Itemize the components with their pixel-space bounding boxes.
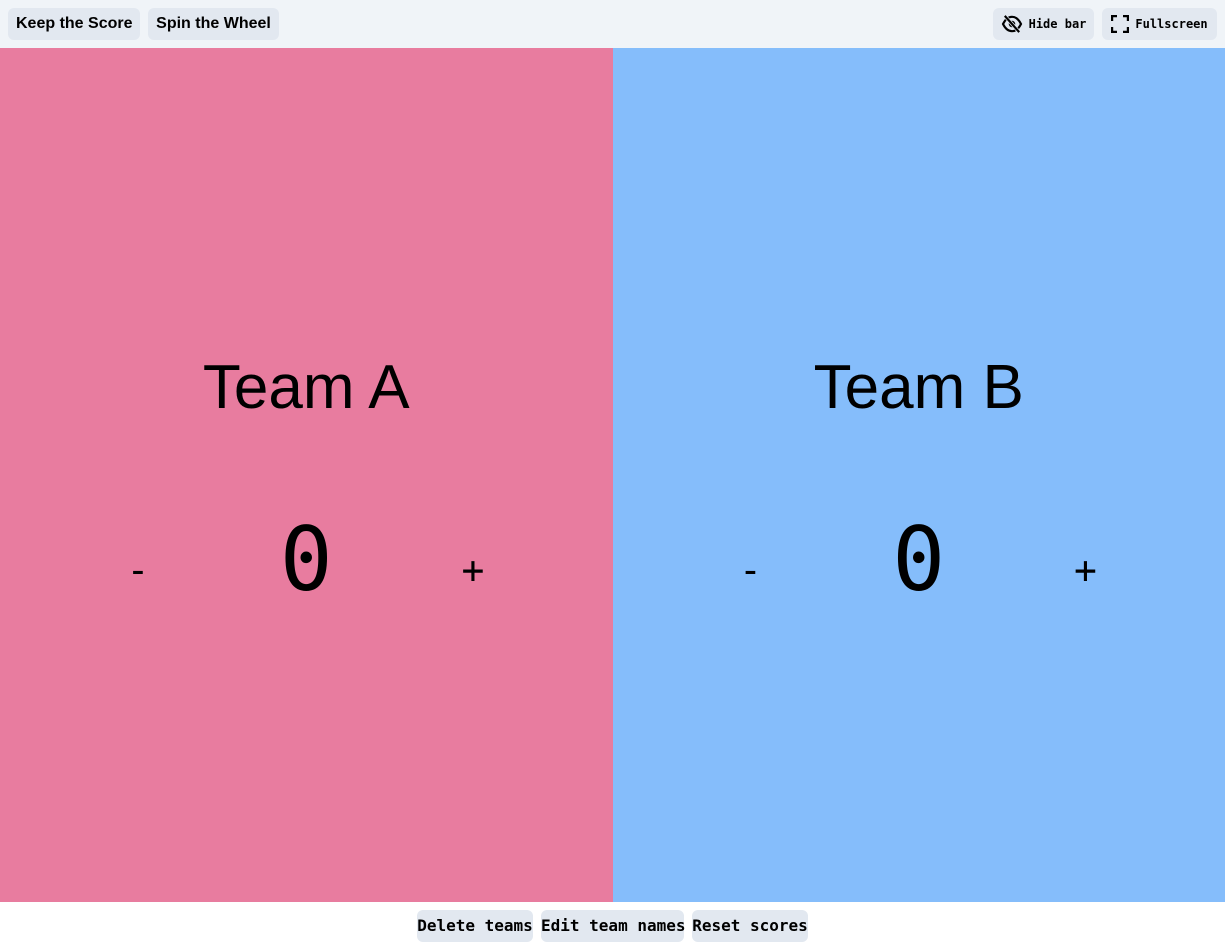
- fullscreen-button[interactable]: Fullscreen: [1102, 8, 1217, 40]
- hide-bar-label: Hide bar: [1028, 17, 1087, 31]
- team-a-name: Team A: [202, 353, 410, 422]
- team-a-panel: Team A - 0 +: [0, 48, 613, 902]
- edit-team-names-button[interactable]: Edit team names: [541, 910, 686, 942]
- team-b-panel: Team B - 0 +: [612, 48, 1225, 902]
- team-b-name: Team B: [813, 353, 1024, 422]
- team-a-score: 0: [279, 508, 333, 611]
- delete-teams-button[interactable]: Delete teams: [417, 910, 533, 942]
- spin-the-wheel-button[interactable]: Spin the Wheel: [148, 8, 279, 40]
- bottom-toolbar: Delete teams Edit team names Reset score…: [0, 902, 1225, 950]
- team-a-increment-button[interactable]: +: [449, 546, 497, 594]
- team-b-increment-button[interactable]: +: [1062, 546, 1110, 594]
- eye-slash-icon: [1001, 15, 1023, 33]
- top-bar: Keep the Score Spin the Wheel Hide bar F…: [0, 0, 1225, 48]
- hide-bar-button[interactable]: Hide bar: [993, 8, 1094, 40]
- team-b-score: 0: [892, 508, 946, 611]
- fullscreen-label: Fullscreen: [1135, 17, 1208, 31]
- reset-scores-button[interactable]: Reset scores: [692, 910, 808, 942]
- fullscreen-icon: [1111, 15, 1130, 33]
- keep-the-score-button[interactable]: Keep the Score: [8, 8, 140, 40]
